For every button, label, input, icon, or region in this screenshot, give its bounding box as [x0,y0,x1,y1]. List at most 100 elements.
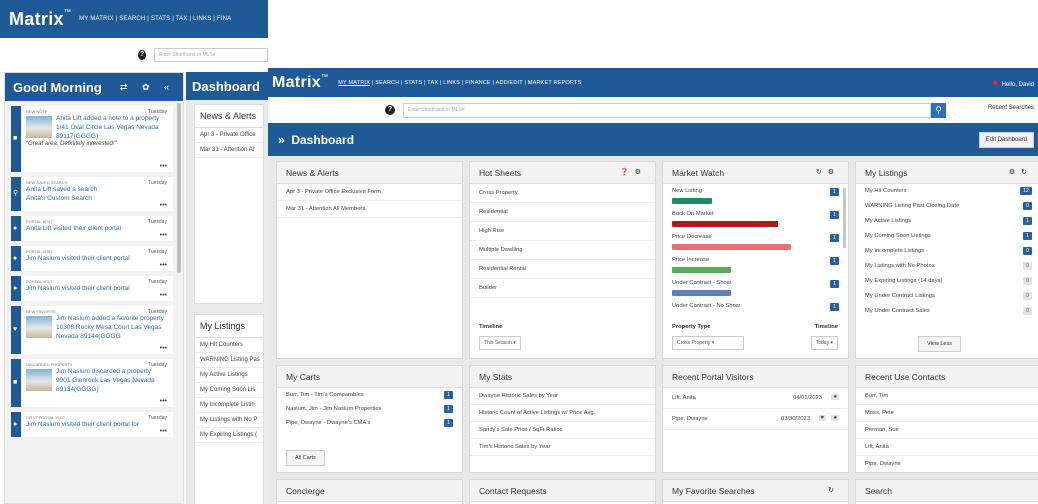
card-controls[interactable]: ↻⚙ [816,168,840,176]
user-greeting[interactable]: ● Hello, David [992,77,1034,89]
hot-sheet-item[interactable]: Residential [470,203,655,222]
cart-count-badge[interactable]: 1 [444,419,453,427]
activity-text[interactable]: Jim Naslum visited their client portal [26,254,168,263]
cart-item[interactable]: Burr, Tim - Tim's Comparables 1 [277,388,462,402]
contact-item[interactable]: Pipe, Dwayne [856,456,1038,472]
activity-item[interactable]: ⚲ New Saved Search Tuesday Anita Lift saved… [11,177,173,211]
market-watch-item[interactable]: Price Increase 1 [663,253,848,276]
listing-item[interactable]: My Coming Soon Lis [195,383,263,398]
contact-item[interactable]: Burr, Tim [856,388,1038,405]
nav-items[interactable]: | SEARCH | STATS | TAX | LINKS | FINANCE… [372,80,582,86]
market-watch-item[interactable]: Back On Market 1 [663,207,848,230]
edit-dashboard-button[interactable]: Edit Dashboard [978,132,1034,148]
help-icon[interactable]: ? [385,105,395,115]
card-controls[interactable]: ⚙↻ [1009,168,1033,176]
news-item[interactable]: Apr 3 - Private Office [195,128,263,143]
activity-text[interactable]: Anita Lift visited their client portal [26,224,168,233]
stat-item[interactable]: Historic Count of Active Listings w/ Pri… [470,405,655,422]
hot-sheet-item[interactable]: Residential Rental [470,260,655,279]
news-item[interactable]: Mar 31 - Attention All Members [277,201,462,218]
cart-count-badge[interactable]: 1 [444,405,453,413]
market-watch-item[interactable]: Price Decrease 1 [663,230,848,253]
market-watch-item[interactable]: New Listing 1 [663,184,848,207]
stat-item[interactable]: Tim's Historic Sales by Year [470,439,655,456]
help-icon[interactable]: ? [138,50,146,60]
count-badge[interactable]: 12 [1020,187,1032,195]
my-listings-item[interactable]: My Active Listings 1 [856,214,1038,229]
sidebar-controls[interactable]: ⇄ ✿ « [120,82,175,93]
cart-item[interactable]: Pipe, Dwayne - Dwayne's CMA's 1 [277,416,462,430]
property-thumbnail[interactable] [26,316,52,338]
hot-sheet-item[interactable]: High Rise [470,222,655,241]
more-menu-icon[interactable]: ••• [160,262,167,269]
activity-text[interactable]: Anita Lift saved a search [26,185,168,194]
contact-icon[interactable]: ● [831,415,839,421]
view-less-button[interactable]: View Less [918,336,961,352]
contact-item[interactable]: Moss, Pete [856,405,1038,422]
more-menu-icon[interactable]: ••• [160,292,167,299]
count-badge[interactable]: 1 [1023,217,1032,225]
count-badge[interactable]: 0 [1023,307,1032,315]
market-count-badge[interactable]: 1 [830,280,839,288]
shorthand-search-input[interactable]: Enter Shorthand or MLS# [403,102,931,118]
hot-sheet-item[interactable]: Cross Property [470,184,655,203]
more-menu-icon[interactable]: ••• [160,345,167,352]
count-badge[interactable]: 1 [1023,232,1032,240]
matrix-logo[interactable]: Matrix™ [272,74,328,92]
stat-item[interactable]: Dwayne Historic Sales by Year [470,388,655,405]
news-item[interactable]: Mar 31 - Attention Al [195,143,263,158]
activity-text[interactable]: Jim Naslum visited their client portal [26,284,168,293]
market-count-badge[interactable]: 1 [830,211,839,219]
listing-item[interactable]: WARNING Listing Pas [195,353,263,368]
my-listings-item[interactable]: My Listings with No Photos 0 [856,259,1038,274]
contact-item[interactable]: Lift, Anita [856,439,1038,456]
my-listings-item[interactable]: My Coming Soon Listings 1 [856,229,1038,244]
card-controls[interactable]: ❓⚙ [620,168,647,176]
shorthand-search-input[interactable]: Enter Shorthand or MLS# [154,48,268,62]
more-menu-icon[interactable]: ••• [160,428,167,435]
listing-item[interactable]: My Hit Counters [195,338,263,353]
activity-item[interactable]: ● First Portal Visit Tuesday Jim Naslum vis… [11,412,173,437]
my-listings-item[interactable]: My Hit Counters 12 [856,184,1038,199]
refresh-icon[interactable]: ↻ [828,486,840,494]
activity-item[interactable]: ● Portal Visit Tuesday Jim Naslum visited t… [11,246,173,271]
count-badge[interactable]: 0 [1023,202,1032,210]
visitor-row[interactable]: Lift, Anita 04/01/2023 ● [663,388,848,409]
property-type-select[interactable]: Cross Property ▾ [672,336,744,350]
listing-item[interactable]: My Listings with No P [195,413,263,428]
main-menu[interactable]: MY MATRIX | SEARCH | STATS | TAX | LINKS… [338,80,581,86]
activity-item[interactable]: ■ Discarded Property Tuesday Jim Naslum dis… [11,359,173,407]
contact-icon[interactable]: ● [831,394,839,400]
count-badge[interactable]: 0 [1023,277,1032,285]
market-watch-item[interactable]: Under Contract - Show 1 [663,276,848,299]
market-watch-item[interactable]: Under Contract - No Show 1 [663,299,848,312]
search-button[interactable]: ⚲ [931,102,946,118]
all-carts-button[interactable]: All Carts [286,450,325,466]
my-listings-item[interactable]: My Expiring Listings (14 days) 0 [856,274,1038,289]
count-badge[interactable]: 0 [1023,292,1032,300]
recent-searches-link[interactable]: Recent Searches [988,105,1034,111]
hot-sheet-item[interactable]: Builder [470,279,655,298]
more-menu-icon[interactable]: ••• [160,398,167,405]
market-count-badge[interactable]: 1 [830,188,839,196]
listing-item[interactable]: My Incomplete Listin [195,398,263,413]
timeline-select[interactable]: This Season ▾ [479,336,521,350]
my-listings-item[interactable]: My Under Contract Sales 0 [856,304,1038,319]
market-count-badge[interactable]: 1 [830,234,839,242]
timeline-select[interactable]: Today ▾ [810,336,838,350]
my-listings-item[interactable]: My Under Contract Listings 0 [856,289,1038,304]
news-item[interactable]: Apr 3 - Private Office Exclusive Form [277,184,462,201]
more-menu-icon[interactable]: ••• [160,202,167,209]
property-thumbnail[interactable] [26,116,52,138]
activity-item[interactable]: ● Portal Visit Tuesday Jim Naslum visited t… [11,276,173,301]
more-menu-icon[interactable]: ••• [160,163,167,170]
market-scrollbar[interactable] [843,188,846,248]
activity-detail[interactable]: Anita's Custom Search [26,194,168,203]
activity-item[interactable]: ♥ New Favorite Tuesday Jim Naslum added a f… [11,306,173,354]
activity-item[interactable]: ● Portal Visit Tuesday Anita Lift visited t… [11,216,173,241]
matrix-logo[interactable]: Matrix™ [9,9,71,30]
contact-item[interactable]: Perman, Sue [856,422,1038,439]
visitor-row[interactable]: Pipe, Dwayne 03/30/2023 ♥ ● [663,409,848,430]
listing-item[interactable]: My Active Listings [195,368,263,383]
heart-icon[interactable]: ♥ [818,415,826,421]
